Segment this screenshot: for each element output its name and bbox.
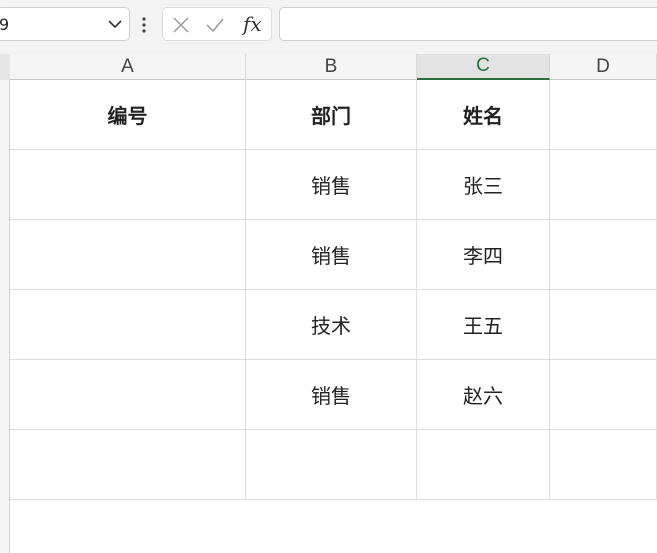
cell-c6[interactable] xyxy=(417,430,550,500)
cell-a5[interactable] xyxy=(10,360,246,430)
kebab-icon[interactable] xyxy=(141,16,147,34)
cell-b2[interactable]: 销售 xyxy=(246,150,417,220)
cell-c2[interactable]: 张三 xyxy=(417,150,550,220)
column-header-d[interactable]: D xyxy=(550,54,657,80)
row-header-strip[interactable] xyxy=(0,80,10,553)
checkmark-icon[interactable] xyxy=(206,16,224,34)
cell-a4[interactable] xyxy=(10,290,246,360)
cell-d6[interactable] xyxy=(550,430,657,500)
cell-b1[interactable]: 部门 xyxy=(246,80,417,150)
formula-input[interactable] xyxy=(279,7,657,41)
cell-c1[interactable]: 姓名 xyxy=(417,80,550,150)
column-header-c[interactable]: C xyxy=(417,54,550,80)
chevron-down-icon[interactable] xyxy=(107,16,123,32)
cell-c3[interactable]: 李四 xyxy=(417,220,550,290)
cell-d3[interactable] xyxy=(550,220,657,290)
spreadsheet-grid: A B C D 编号 部门 姓名 销售 张三 销售 李四 技术 王五 销售 赵六 xyxy=(0,54,657,553)
cell-a6[interactable] xyxy=(10,430,246,500)
name-box[interactable]: 9 xyxy=(0,7,130,41)
name-box-value: 9 xyxy=(0,15,10,34)
cell-c5[interactable]: 赵六 xyxy=(417,360,550,430)
formula-controls: fx xyxy=(162,7,272,41)
cancel-x-icon[interactable] xyxy=(172,16,190,34)
fx-icon[interactable]: fx xyxy=(243,12,262,36)
select-all-corner[interactable] xyxy=(0,54,10,80)
cell-d5[interactable] xyxy=(550,360,657,430)
cell-b3[interactable]: 销售 xyxy=(246,220,417,290)
cell-a1[interactable]: 编号 xyxy=(10,80,246,150)
column-header-a[interactable]: A xyxy=(10,54,246,80)
cell-c4[interactable]: 王五 xyxy=(417,290,550,360)
column-header-b[interactable]: B xyxy=(246,54,417,80)
cell-b5[interactable]: 销售 xyxy=(246,360,417,430)
cell-d2[interactable] xyxy=(550,150,657,220)
cell-d1[interactable] xyxy=(550,80,657,150)
cell-a3[interactable] xyxy=(10,220,246,290)
cell-b6[interactable] xyxy=(246,430,417,500)
cell-a2[interactable] xyxy=(10,150,246,220)
cell-d4[interactable] xyxy=(550,290,657,360)
cell-b4[interactable]: 技术 xyxy=(246,290,417,360)
